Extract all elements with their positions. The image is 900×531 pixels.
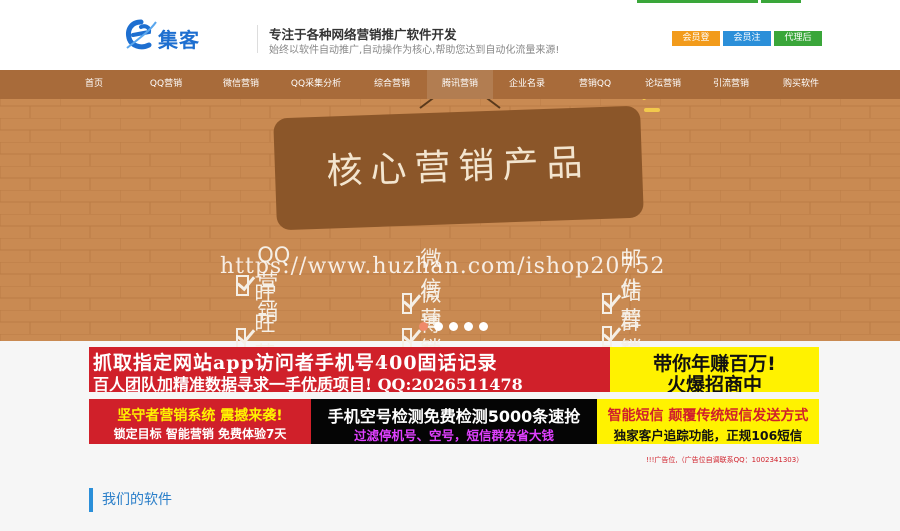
nav-item[interactable]: QQ采集分析 bbox=[275, 70, 357, 99]
top-strip bbox=[761, 0, 801, 3]
member-register-button[interactable]: 会员注册 bbox=[723, 31, 771, 58]
checkbox-icon bbox=[236, 327, 247, 349]
slider-dot[interactable] bbox=[449, 322, 458, 331]
nav-item[interactable]: 微信营销 bbox=[207, 70, 275, 99]
ad-banner-data-capture[interactable]: 抓取指定网站app访问者手机号400固话记录 百人团队加精准数据寻求一手优质项目… bbox=[89, 347, 610, 392]
ad-banner-number-check[interactable]: 手机空号检测免费检测5000条速抢 过滤停机号、空号，短信群发省大钱 bbox=[311, 399, 597, 444]
slider-dot[interactable] bbox=[419, 322, 428, 331]
nav-item[interactable]: 企业名录 bbox=[493, 70, 561, 99]
ad-line: 火爆招商中 bbox=[666, 374, 762, 392]
nav-item[interactable]: QQ营销 bbox=[125, 70, 207, 99]
ad-line: 坚守者营销系统 震撼来袭! bbox=[117, 408, 283, 424]
ad-slot-note[interactable]: !!!广告位,（广告位自调联系QQ：1002341303） bbox=[646, 455, 803, 465]
nav-item[interactable]: 首页 bbox=[63, 70, 125, 99]
nav-item[interactable]: 营销QQ bbox=[561, 70, 629, 99]
main-nav: 首页 QQ营销 微信营销 QQ采集分析 综合营销 腾讯营销 企业名录 营销QQ 论坛营销 引流营销… bbox=[0, 70, 900, 99]
banner-title: 核心营销产品 bbox=[325, 142, 592, 193]
nav-item[interactable]: 腾讯营销 bbox=[427, 70, 493, 99]
header-bar: 集客 专注于各种网络营销推广软件开发 始终以软件自动推广,自动操作为核心,帮助您… bbox=[0, 0, 900, 70]
ad-banner-marketing-system[interactable]: 坚守者营销系统 震撼来袭! 锁定目标 智能营销 免费体验7天 bbox=[89, 399, 311, 444]
ad-line: 独家客户追踪功能，正规106短信 bbox=[613, 428, 803, 443]
top-strip bbox=[637, 0, 758, 3]
member-login-button[interactable]: 会员登陆 bbox=[672, 31, 720, 58]
nav-item[interactable]: 引流营销 bbox=[697, 70, 765, 99]
slider-dot[interactable] bbox=[479, 322, 488, 331]
logo-text: 集客 bbox=[158, 28, 200, 52]
section-title: 我们的软件 bbox=[89, 488, 172, 512]
slider-dot[interactable] bbox=[434, 322, 443, 331]
checkbox-icon bbox=[602, 325, 613, 347]
nav-item[interactable]: 综合营销 bbox=[357, 70, 427, 99]
user-buttons: 会员登陆 会员注册 代理后台 bbox=[672, 31, 822, 58]
ad-line: 手机空号检测免费检测5000条速抢 bbox=[327, 407, 581, 426]
ad-banner-franchise[interactable]: 带你年赚百万! 火爆招商中 bbox=[610, 347, 819, 392]
checkbox-icon bbox=[402, 327, 413, 349]
nav-item[interactable]: 论坛营销 bbox=[629, 70, 697, 99]
ad-line: 百人团队加精准数据寻求一手优质项目! QQ:2026511478 bbox=[93, 375, 523, 392]
ad-line: 锁定目标 智能营销 免费体验7天 bbox=[113, 427, 287, 441]
site-logo[interactable]: 集客 bbox=[125, 18, 205, 54]
slider-dot[interactable] bbox=[464, 322, 473, 331]
agent-backend-button[interactable]: 代理后台 bbox=[774, 31, 822, 58]
ad-line: 智能短信 颠覆传统短信发送方式 bbox=[607, 408, 809, 424]
site-subtagline: 始终以软件自动推广,自动操作为核心,帮助您达到自动化流量来源! bbox=[269, 45, 560, 56]
header-divider bbox=[257, 25, 258, 53]
slider-dots bbox=[419, 322, 488, 331]
ad-banner-smart-sms[interactable]: 智能短信 颠覆传统短信发送方式 独家客户追踪功能，正规106短信 bbox=[597, 399, 819, 444]
ad-line: 过滤停机号、空号，短信群发省大钱 bbox=[353, 428, 554, 443]
nav-item[interactable]: 购买软件 bbox=[765, 70, 837, 99]
banner-watermark: https://www.huzhan.com/ishop20752 bbox=[220, 254, 666, 279]
banner-signboard: 核心营销产品 bbox=[273, 105, 644, 231]
logo-e-icon bbox=[126, 19, 157, 50]
nav-list: 首页 QQ营销 微信营销 QQ采集分析 综合营销 腾讯营销 企业名录 营销QQ 论坛营销 引流营销… bbox=[63, 70, 837, 99]
